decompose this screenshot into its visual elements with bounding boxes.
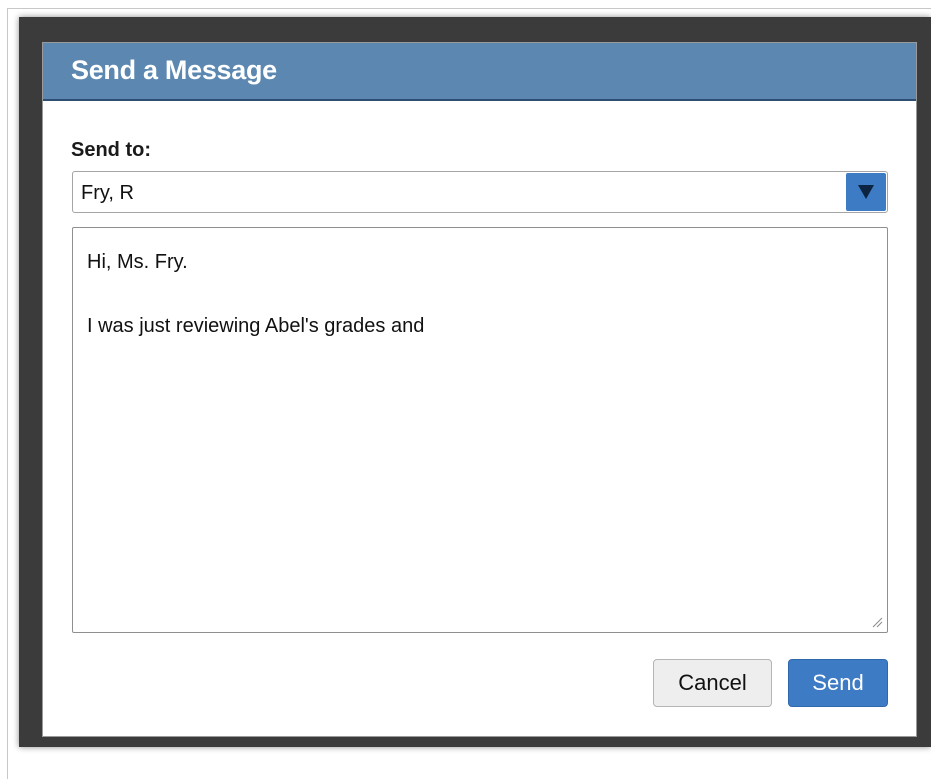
message-line: Hi, Ms. Fry. bbox=[87, 251, 188, 273]
cancel-button[interactable]: Cancel bbox=[653, 659, 772, 707]
message-line bbox=[87, 278, 873, 310]
dialog-header: Send a Message bbox=[43, 43, 916, 101]
message-textarea[interactable]: Hi, Ms. Fry. I was just reviewing Abel's… bbox=[72, 227, 888, 633]
send-to-label: Send to: bbox=[71, 139, 151, 161]
triangle-down-icon bbox=[858, 185, 874, 199]
resize-grip-icon[interactable] bbox=[871, 616, 883, 628]
recipient-select[interactable]: Fry, R bbox=[72, 171, 888, 213]
recipient-dropdown-button[interactable] bbox=[846, 173, 886, 211]
send-button[interactable]: Send bbox=[788, 659, 888, 707]
recipient-selected-value: Fry, R bbox=[81, 182, 134, 204]
dialog-title: Send a Message bbox=[71, 55, 277, 85]
message-line: I was just reviewing Abel's grades and bbox=[87, 315, 425, 337]
send-message-dialog: Send a Message Send to: Fry, R Hi, Ms. F… bbox=[42, 42, 917, 737]
